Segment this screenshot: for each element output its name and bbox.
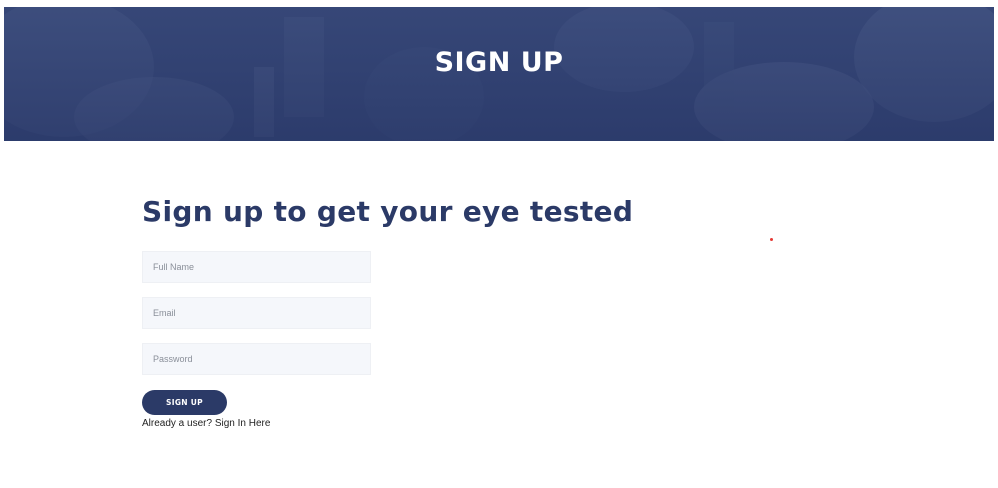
password-input[interactable] [142,343,371,375]
banner-title: SIGN UP [434,47,564,78]
decorative-dot [770,238,773,241]
email-input[interactable] [142,297,371,329]
signin-prompt-text: Already a user? [142,418,213,429]
page-banner: SIGN UP [4,7,994,141]
page-heading: Sign up to get your eye tested [142,195,634,228]
signin-link[interactable]: Sign In Here [215,418,271,429]
full-name-input[interactable] [142,251,371,283]
signup-button[interactable]: SIGN UP [142,390,227,415]
signin-prompt-row: Already a user? Sign In Here [142,418,270,429]
